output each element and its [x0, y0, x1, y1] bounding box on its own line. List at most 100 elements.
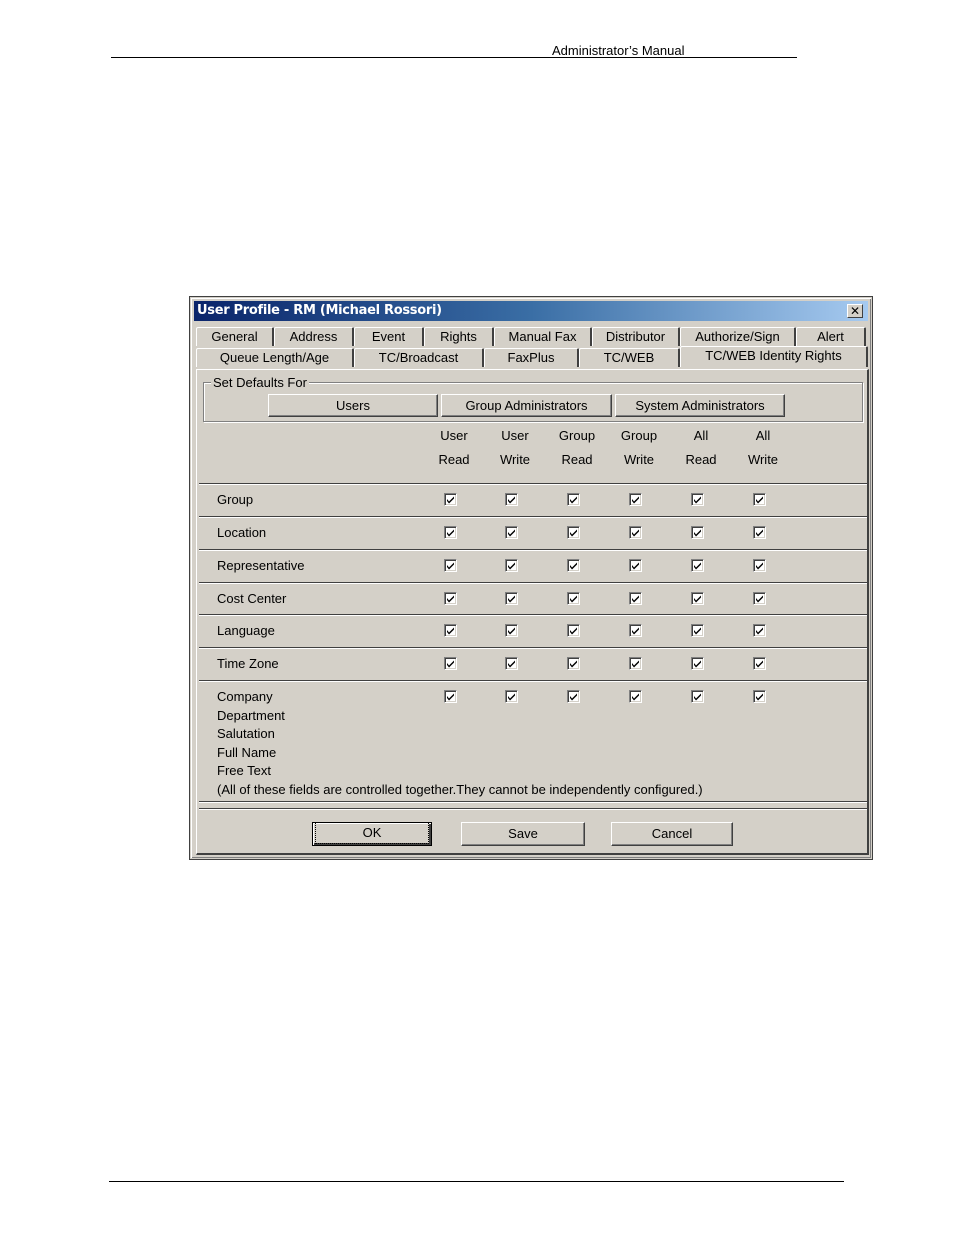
field-label: Location — [217, 525, 267, 540]
row-divider — [199, 680, 867, 682]
tab-tc-broadcast[interactable]: TC/Broadcast — [354, 348, 484, 367]
permission-checkbox[interactable] — [505, 690, 518, 703]
close-icon: ✕ — [849, 304, 861, 318]
save-button[interactable]: Save — [461, 822, 585, 846]
field-label: Language — [217, 623, 275, 638]
field-label: Department — [217, 707, 285, 723]
permission-checkbox[interactable] — [567, 559, 580, 572]
dialog-title: User Profile - RM (Michael Rossori) — [197, 303, 442, 318]
document-header-title: Administrator’s Manual — [552, 43, 685, 58]
column-header-line2: Read — [685, 452, 717, 467]
permission-checkbox[interactable] — [505, 657, 518, 670]
permission-checkbox[interactable] — [691, 690, 704, 703]
permission-checkbox[interactable] — [629, 526, 642, 539]
group-administrators-defaults-button[interactable]: Group Administrators — [441, 394, 612, 417]
system-administrators-defaults-button[interactable]: System Administrators — [615, 394, 785, 417]
footer-rule — [109, 1181, 844, 1182]
permission-checkbox[interactable] — [691, 493, 704, 506]
permission-checkbox[interactable] — [629, 493, 642, 506]
column-header-line1: User — [440, 428, 468, 443]
permission-checkbox[interactable] — [444, 657, 457, 670]
permission-checkbox[interactable] — [505, 624, 518, 637]
tab-manual-fax[interactable]: Manual Fax — [494, 327, 592, 346]
title-bar[interactable]: User Profile - RM (Michael Rossori) ✕ — [194, 301, 868, 321]
permission-checkbox[interactable] — [505, 592, 518, 605]
row-divider — [199, 483, 867, 485]
permission-checkbox[interactable] — [567, 592, 580, 605]
field-label: Group — [217, 492, 254, 507]
ok-button[interactable]: OK — [312, 822, 432, 846]
column-header-line1: Group — [620, 428, 658, 443]
tab-alert[interactable]: Alert — [796, 327, 866, 346]
permission-checkbox[interactable] — [629, 559, 642, 572]
field-label: Cost Center — [217, 591, 287, 606]
permission-checkbox[interactable] — [444, 592, 457, 605]
tab-rights[interactable]: Rights — [424, 327, 494, 346]
permission-checkbox[interactable] — [753, 493, 766, 506]
column-header-line2: Write — [747, 452, 779, 467]
permission-checkbox[interactable] — [505, 559, 518, 572]
tab-address[interactable]: Address — [274, 327, 354, 346]
field-label: Company — [217, 689, 273, 704]
field-label: Time Zone — [217, 656, 279, 671]
permission-checkbox[interactable] — [567, 690, 580, 703]
permission-checkbox[interactable] — [567, 624, 580, 637]
tab-queue-length-age[interactable]: Queue Length/Age — [196, 348, 354, 367]
permission-checkbox[interactable] — [691, 526, 704, 539]
permission-checkbox[interactable] — [567, 493, 580, 506]
permission-checkbox[interactable] — [753, 690, 766, 703]
column-header-line1: User — [501, 428, 529, 443]
permission-checkbox[interactable] — [505, 493, 518, 506]
row-divider — [199, 549, 867, 551]
permission-checkbox[interactable] — [691, 592, 704, 605]
field-label: Free Text — [217, 763, 271, 778]
permission-checkbox[interactable] — [691, 657, 704, 670]
permission-checkbox[interactable] — [753, 624, 766, 637]
field-label: Salutation — [217, 726, 275, 741]
permission-checkbox[interactable] — [629, 690, 642, 703]
section-divider — [199, 808, 867, 810]
permission-checkbox[interactable] — [444, 690, 457, 703]
header-rule — [111, 57, 797, 58]
permission-checkbox[interactable] — [691, 624, 704, 637]
permission-checkbox[interactable] — [753, 526, 766, 539]
column-header-line2: Write — [623, 452, 655, 467]
users-defaults-button[interactable]: Users — [268, 394, 438, 417]
permission-checkbox[interactable] — [629, 624, 642, 637]
section-divider — [199, 801, 867, 803]
row-divider — [199, 516, 867, 518]
permission-checkbox[interactable] — [753, 592, 766, 605]
column-header-line1: Group — [558, 428, 596, 443]
permission-checkbox[interactable] — [567, 526, 580, 539]
tab-faxplus[interactable]: FaxPlus — [484, 348, 579, 367]
permission-checkbox[interactable] — [629, 657, 642, 670]
permission-checkbox[interactable] — [444, 559, 457, 572]
permission-checkbox[interactable] — [444, 526, 457, 539]
close-button[interactable]: ✕ — [847, 304, 863, 318]
field-label: Full Name — [217, 744, 277, 760]
permission-checkbox[interactable] — [567, 657, 580, 670]
tab-general[interactable]: General — [196, 327, 274, 346]
permission-checkbox[interactable] — [444, 624, 457, 637]
permission-checkbox[interactable] — [629, 592, 642, 605]
permission-checkbox[interactable] — [505, 526, 518, 539]
tab-authorize-sign[interactable]: Authorize/Sign — [680, 327, 796, 346]
tab-event[interactable]: Event — [354, 327, 424, 346]
column-header-line2: Read — [561, 452, 593, 467]
grouped-fields-note: (All of these fields are controlled toge… — [217, 782, 703, 797]
tab-tc-web[interactable]: TC/WEB — [579, 348, 680, 367]
column-header-line2: Read — [438, 452, 470, 467]
column-header-line1: All — [693, 428, 709, 443]
row-divider — [199, 647, 867, 649]
tab-tc-web-identity-rights[interactable]: TC/WEB Identity Rights — [680, 346, 868, 367]
row-divider — [199, 582, 867, 584]
field-label: Representative — [217, 558, 305, 573]
permission-checkbox[interactable] — [753, 657, 766, 670]
permission-checkbox[interactable] — [444, 493, 457, 506]
cancel-button[interactable]: Cancel — [611, 822, 733, 846]
permission-checkbox[interactable] — [753, 559, 766, 572]
permission-checkbox[interactable] — [691, 559, 704, 572]
column-header-line2: Write — [499, 452, 531, 467]
column-header-line1: All — [755, 428, 771, 443]
tab-distributor[interactable]: Distributor — [592, 327, 680, 346]
